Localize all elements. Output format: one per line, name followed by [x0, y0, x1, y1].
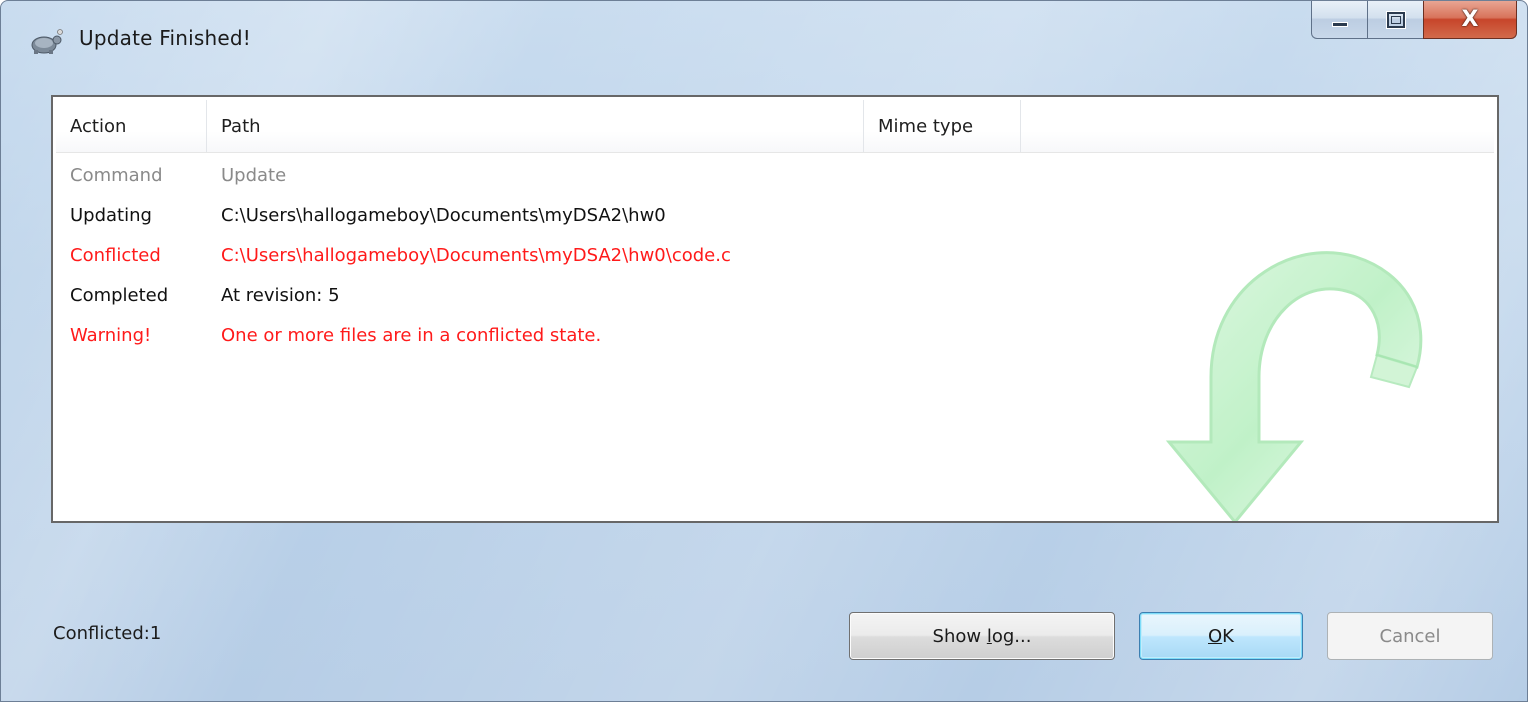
caption-buttons: X [1311, 1, 1517, 41]
list-row[interactable]: Warning! One or more files are in a conf… [56, 315, 1494, 355]
list-row[interactable]: Updating C:\Users\hallogameboy\Documents… [56, 195, 1494, 235]
list-row[interactable]: Completed At revision: 5 [56, 275, 1494, 315]
minimize-button[interactable] [1311, 1, 1367, 39]
minimize-icon [1331, 22, 1348, 27]
row-path: Update [221, 164, 287, 186]
cancel-button[interactable]: Cancel [1327, 612, 1493, 660]
row-path: One or more files are in a conflicted st… [221, 324, 602, 346]
update-finished-dialog: Update Finished! X Action Path Mime type [0, 0, 1528, 702]
row-path: At revision: 5 [221, 284, 340, 306]
column-header-filler [1021, 100, 1494, 152]
tortoise-icon [31, 29, 63, 54]
maximize-icon [1386, 11, 1405, 28]
list-row[interactable]: Command Update [56, 155, 1494, 195]
row-action: Warning! [70, 324, 152, 346]
list-row[interactable]: Conflicted C:\Users\hallogameboy\Documen… [56, 235, 1494, 275]
ok-button[interactable]: OK [1139, 612, 1303, 660]
maximize-button[interactable] [1367, 1, 1423, 39]
row-path: C:\Users\hallogameboy\Documents\myDSA2\h… [221, 244, 731, 266]
conflict-count-status: Conflicted:1 [53, 623, 162, 644]
list-body: Command Update Updating C:\Users\halloga… [56, 155, 1494, 355]
ok-label-suffix: K [1222, 625, 1234, 647]
row-action: Command [70, 164, 163, 186]
window-title: Update Finished! [79, 26, 251, 50]
title-bar[interactable]: Update Finished! X [1, 1, 1527, 81]
ok-label-accel: O [1208, 625, 1223, 647]
row-path: C:\Users\hallogameboy\Documents\myDSA2\h… [221, 204, 666, 226]
column-header-action[interactable]: Action [56, 100, 207, 152]
update-results-list[interactable]: Action Path Mime type Command Update Upd… [51, 95, 1499, 523]
show-log-label-prefix: Show [932, 625, 987, 647]
column-header-mime-type[interactable]: Mime type [864, 100, 1021, 152]
row-action: Completed [70, 284, 169, 306]
show-log-label-suffix: og... [991, 625, 1032, 647]
show-log-button[interactable]: Show l og... [849, 612, 1115, 660]
row-action: Conflicted [70, 244, 161, 266]
column-header-path[interactable]: Path [207, 100, 864, 152]
close-button[interactable]: X [1423, 1, 1517, 39]
close-icon: X [1461, 6, 1479, 32]
list-header: Action Path Mime type [56, 100, 1494, 153]
row-action: Updating [70, 204, 152, 226]
